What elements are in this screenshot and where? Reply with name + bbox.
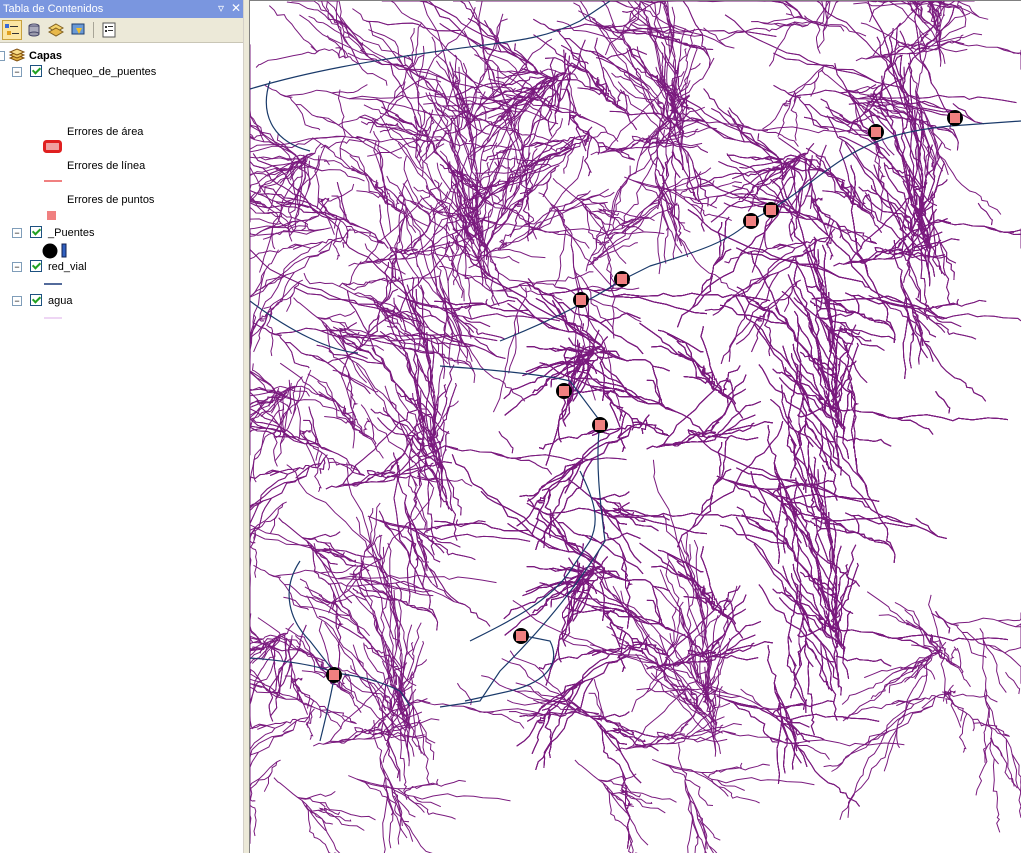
list-by-source-button[interactable] <box>24 20 44 40</box>
list-by-visibility-icon <box>48 23 64 37</box>
bridge-marker[interactable] <box>513 628 529 644</box>
bridge-symbol-icon <box>42 243 67 259</box>
pin-icon[interactable]: ▿ <box>214 1 228 16</box>
bridge-marker[interactable] <box>573 292 589 308</box>
layer-label-red-vial[interactable]: red_vial <box>48 260 87 274</box>
water-network <box>250 1 1021 853</box>
toolbar-separator <box>93 22 94 38</box>
layer-label-agua[interactable]: agua <box>48 294 72 308</box>
line-error-symbol-icon <box>44 180 62 182</box>
list-by-source-icon <box>28 23 40 37</box>
toc-title-bar: Tabla de Contenidos ▿ ✕ <box>0 0 243 18</box>
panel-splitter[interactable] <box>243 0 250 853</box>
layer-checkbox-puentes[interactable] <box>30 226 42 238</box>
root-label: Capas <box>29 50 63 62</box>
toc-tree: Capas − Chequeo_de_puentes Errores de ár… <box>0 43 243 853</box>
map-view[interactable] <box>250 0 1021 853</box>
list-by-selection-button[interactable] <box>68 20 88 40</box>
list-by-drawing-order-icon <box>5 24 19 35</box>
bridge-marker[interactable] <box>763 202 779 218</box>
toc-toolbar <box>0 18 243 43</box>
bridge-marker[interactable] <box>743 213 759 229</box>
layer-expander-chequeo[interactable]: − <box>12 67 22 77</box>
point-error-symbol-icon <box>47 211 56 220</box>
legend-label-line-errors: Errores de línea <box>67 160 146 172</box>
bridge-marker[interactable] <box>614 271 630 287</box>
bridge-marker[interactable] <box>592 417 608 433</box>
table-of-contents-panel: Tabla de Contenidos ▿ ✕ Capas − Chequeo_… <box>0 0 243 853</box>
list-by-selection-icon <box>71 23 85 35</box>
list-by-visibility-button[interactable] <box>46 20 66 40</box>
bridge-marker[interactable] <box>947 110 963 126</box>
legend-label-area-errors: Errores de área <box>67 126 144 138</box>
list-by-drawing-order-button[interactable] <box>2 20 22 40</box>
layers-icon <box>8 48 26 62</box>
layer-label-puentes[interactable]: _Puentes <box>48 226 94 240</box>
options-icon <box>102 22 116 38</box>
road-line-symbol-icon <box>44 283 62 285</box>
layer-checkbox-chequeo[interactable] <box>30 65 42 77</box>
area-error-symbol-icon <box>43 140 62 153</box>
layer-expander-puentes[interactable]: − <box>12 228 22 238</box>
bridge-marker[interactable] <box>868 124 884 140</box>
toc-title: Tabla de Contenidos <box>3 3 104 15</box>
bridge-marker[interactable] <box>326 667 342 683</box>
root-expander[interactable] <box>0 51 5 61</box>
road-segment <box>250 300 359 354</box>
layer-expander-agua[interactable]: − <box>12 296 22 306</box>
layer-label-chequeo[interactable]: Chequeo_de_puentes <box>48 65 156 79</box>
map-canvas[interactable] <box>250 1 1021 853</box>
layer-checkbox-red-vial[interactable] <box>30 260 42 272</box>
options-button[interactable] <box>99 20 119 40</box>
layer-checkbox-agua[interactable] <box>30 294 42 306</box>
legend-label-point-errors: Errores de puntos <box>67 194 155 206</box>
bridge-marker[interactable] <box>556 383 572 399</box>
close-icon[interactable]: ✕ <box>229 1 243 16</box>
water-line-symbol-icon <box>44 317 62 319</box>
layer-expander-red-vial[interactable]: − <box>12 262 22 272</box>
